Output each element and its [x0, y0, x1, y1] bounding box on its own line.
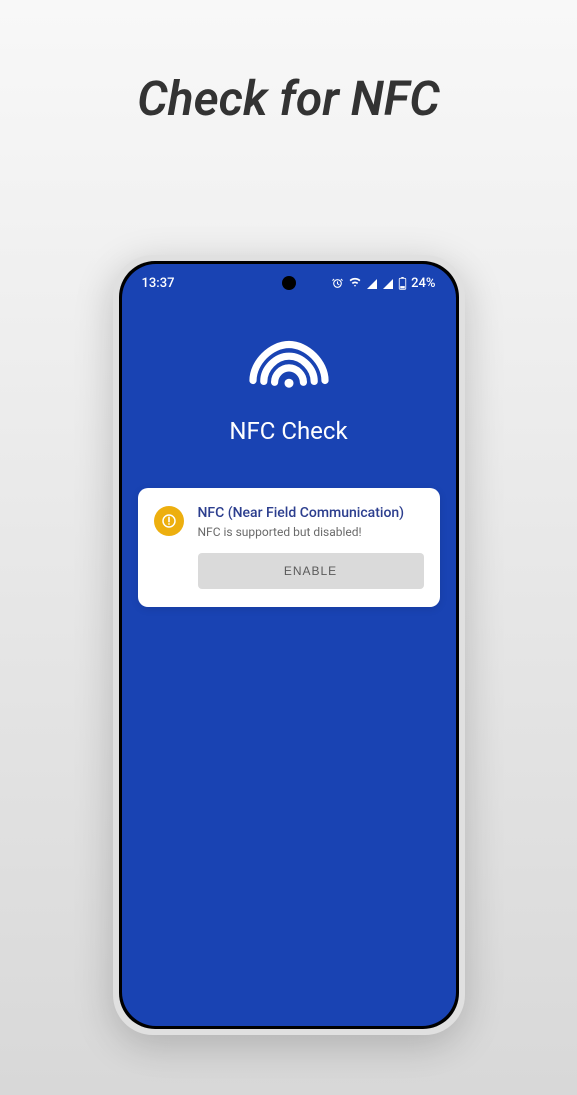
- phone-inner: 13:37: [119, 261, 459, 1029]
- signal-icon: [366, 276, 378, 291]
- status-time: 13:37: [142, 276, 175, 291]
- card-content: NFC (Near Field Communication) NFC is su…: [198, 504, 424, 589]
- alarm-icon: [331, 276, 344, 291]
- battery-icon: [398, 276, 407, 291]
- nfc-waves-icon: [244, 330, 334, 399]
- card-title: NFC (Near Field Communication): [198, 504, 424, 522]
- app-header: NFC Check: [122, 295, 456, 470]
- card-subtitle: NFC is supported but disabled!: [198, 525, 424, 539]
- wifi-icon: [348, 276, 362, 291]
- battery-percent: 24%: [411, 276, 435, 291]
- nfc-status-card: NFC (Near Field Communication) NFC is su…: [138, 488, 440, 607]
- phone-screen: 13:37: [122, 264, 456, 1026]
- status-right: 24%: [331, 276, 435, 291]
- warning-icon: [154, 506, 184, 536]
- enable-button[interactable]: ENABLE: [198, 553, 424, 589]
- camera-notch: [282, 276, 296, 290]
- promo-title: Check for NFC: [0, 70, 577, 127]
- signal-icon-2: [382, 276, 394, 291]
- app-title: NFC Check: [229, 417, 347, 445]
- phone-frame: 13:37: [113, 255, 465, 1035]
